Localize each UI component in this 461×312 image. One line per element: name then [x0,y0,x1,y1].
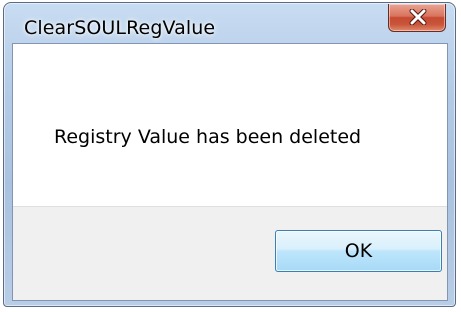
ok-button[interactable]: OK [275,230,442,272]
window-title: ClearSOULRegValue [24,17,216,39]
dialog-content: Registry Value has been deleted OK [12,43,448,301]
message-area: Registry Value has been deleted [13,44,447,206]
button-area: OK [13,206,447,300]
title-bar[interactable]: ClearSOULRegValue [4,3,455,43]
close-button[interactable] [388,4,446,32]
message-box-window: ClearSOULRegValue Registry Value has bee… [3,2,456,307]
message-text: Registry Value has been deleted [54,126,362,148]
close-icon [409,9,427,25]
